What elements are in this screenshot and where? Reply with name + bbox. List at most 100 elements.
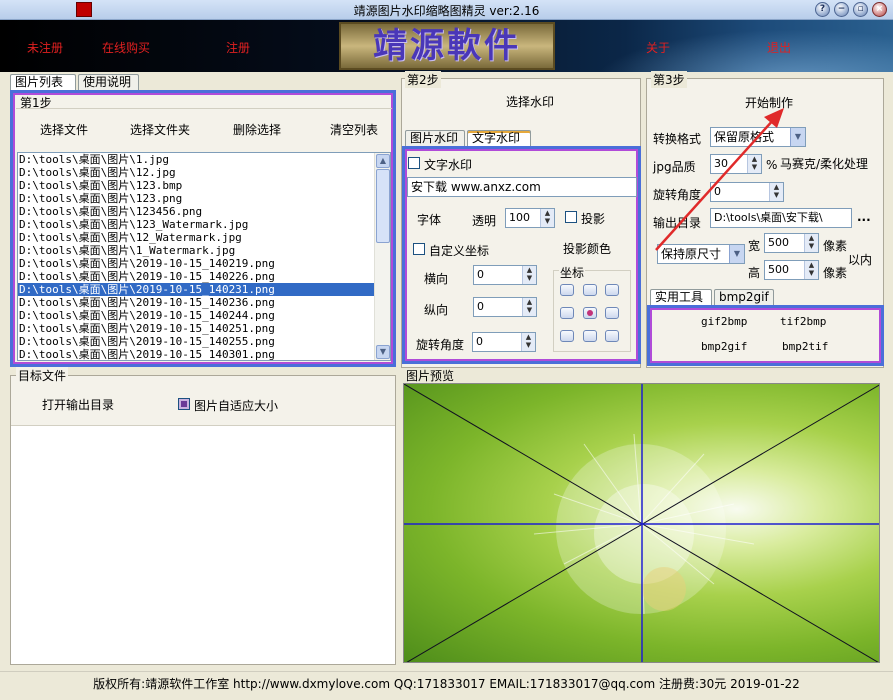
- coord-top-left[interactable]: [560, 284, 574, 296]
- tab-instructions[interactable]: 使用说明: [78, 74, 139, 91]
- rotate-label: 旋转角度: [416, 338, 465, 352]
- exit-link[interactable]: 退出: [767, 39, 791, 56]
- gif2bmp-button[interactable]: gif2bmp: [701, 315, 747, 328]
- coord-bottom-center[interactable]: [583, 330, 597, 342]
- scroll-thumb[interactable]: [376, 169, 390, 243]
- banner-wave: [560, 20, 893, 72]
- stepper-arrows-icon[interactable]: ▲ ▼: [747, 155, 761, 173]
- list-item[interactable]: D:\tools\桌面\图片\123_Watermark.jpg: [18, 218, 375, 231]
- list-item[interactable]: D:\tools\桌面\图片\123.bmp: [18, 179, 375, 192]
- scroll-down-icon[interactable]: ▼: [376, 345, 390, 359]
- image-preview[interactable]: [403, 383, 880, 663]
- width-unit: 像素: [823, 239, 848, 253]
- bmp2tif-button[interactable]: bmp2tif: [782, 340, 828, 353]
- rotate-angle-value: 0: [714, 185, 721, 198]
- coord-middle-left[interactable]: [560, 307, 574, 319]
- stepper-arrows-icon[interactable]: ▲ ▼: [804, 261, 818, 279]
- jpg-quality-stepper[interactable]: 30 ▲ ▼: [710, 154, 762, 174]
- y-stepper[interactable]: 0 ▲ ▼: [473, 297, 537, 317]
- coord-bottom-right[interactable]: [605, 330, 619, 342]
- shadow-label: 投影: [581, 212, 606, 226]
- file-list-scrollbar[interactable]: ▲ ▼: [374, 153, 390, 360]
- y-value: 0: [477, 300, 484, 313]
- stepper-arrows-icon[interactable]: ▲ ▼: [521, 333, 535, 351]
- format-select[interactable]: 保留原格式 ▼: [710, 127, 806, 147]
- open-output-dir-button[interactable]: 打开输出目录: [42, 396, 114, 413]
- auto-fit-checkbox[interactable]: [178, 398, 190, 410]
- font-button[interactable]: 字体: [417, 211, 441, 228]
- restore-icon[interactable]: ▫: [853, 2, 868, 17]
- coord-label: 坐标: [559, 264, 586, 281]
- auto-fit-label: 图片自适应大小: [194, 399, 279, 413]
- list-item[interactable]: D:\tools\桌面\图片\2019-10-15_140251.png: [18, 322, 375, 335]
- close-icon[interactable]: ×: [872, 2, 887, 17]
- coord-center[interactable]: [583, 307, 597, 319]
- height-stepper[interactable]: 500 ▲ ▼: [764, 260, 819, 280]
- size-mode-select[interactable]: 保持原尺寸 ▼: [657, 244, 745, 264]
- chevron-down-icon[interactable]: ▼: [790, 128, 805, 146]
- custom-coord-checkbox[interactable]: [413, 243, 425, 255]
- select-files-button[interactable]: 选择文件: [40, 121, 88, 138]
- coord-bottom-left[interactable]: [560, 330, 574, 342]
- tab-image-list[interactable]: 图片列表: [10, 74, 76, 91]
- help-icon[interactable]: ?: [815, 2, 830, 17]
- select-watermark-button[interactable]: 选择水印: [506, 93, 554, 110]
- dandelion-preview-image: [404, 384, 879, 662]
- coord-middle-right[interactable]: [605, 307, 619, 319]
- unregistered-link[interactable]: 未注册: [27, 39, 63, 56]
- output-dir-input[interactable]: D:\tools\桌面\安下载\: [710, 208, 852, 228]
- text-watermark-checkbox[interactable]: [408, 157, 420, 169]
- list-item[interactable]: D:\tools\桌面\图片\2019-10-15_140226.png: [18, 270, 375, 283]
- rotate-angle-label: 旋转角度: [653, 188, 702, 202]
- rotate-stepper[interactable]: 0 ▲ ▼: [472, 332, 536, 352]
- coord-top-center[interactable]: [583, 284, 597, 296]
- list-item[interactable]: D:\tools\桌面\图片\123456.png: [18, 205, 375, 218]
- stepper-arrows-icon[interactable]: ▲ ▼: [540, 209, 554, 227]
- tab-text-watermark[interactable]: 文字水印: [467, 130, 531, 147]
- list-item[interactable]: D:\tools\桌面\图片\2019-10-15_140236.png: [18, 296, 375, 309]
- mosaic-button[interactable]: 马赛克/柔化处理: [780, 155, 868, 172]
- list-item[interactable]: D:\tools\桌面\图片\1_Watermark.jpg: [18, 244, 375, 257]
- stepper-arrows-icon[interactable]: ▲ ▼: [769, 183, 783, 201]
- coord-top-right[interactable]: [605, 284, 619, 296]
- clear-list-button[interactable]: 清空列表: [330, 121, 378, 138]
- x-value: 0: [477, 268, 484, 281]
- stepper-arrows-icon[interactable]: ▲ ▼: [522, 266, 536, 284]
- opacity-stepper[interactable]: 100 ▲ ▼: [505, 208, 555, 228]
- select-folder-button[interactable]: 选择文件夹: [130, 121, 190, 138]
- file-list[interactable]: D:\tools\桌面\图片\1.jpg D:\tools\桌面\图片\12.jp…: [17, 152, 391, 361]
- width-value: 500: [768, 236, 789, 249]
- stepper-arrows-icon[interactable]: ▲ ▼: [522, 298, 536, 316]
- list-item[interactable]: D:\tools\桌面\图片\123.png: [18, 192, 375, 205]
- buy-online-link[interactable]: 在线购买: [102, 39, 150, 56]
- scroll-up-icon[interactable]: ▲: [376, 154, 390, 168]
- list-item[interactable]: D:\tools\桌面\图片\2019-10-15_140219.png: [18, 257, 375, 270]
- tif2bmp-button[interactable]: tif2bmp: [780, 315, 826, 328]
- watermark-text-input[interactable]: 安下载 www.anxz.com: [407, 177, 637, 197]
- width-stepper[interactable]: 500 ▲ ▼: [764, 233, 819, 253]
- list-item[interactable]: D:\tools\桌面\图片\2019-10-15_140255.png: [18, 335, 375, 348]
- shadow-color-button[interactable]: 投影颜色: [563, 240, 611, 257]
- about-link[interactable]: 关于: [646, 39, 670, 56]
- tab-image-watermark[interactable]: 图片水印: [405, 130, 465, 147]
- tab-utilities[interactable]: 实用工具: [650, 289, 712, 306]
- list-item[interactable]: D:\tools\桌面\图片\12.jpg: [18, 166, 375, 179]
- list-item[interactable]: D:\tools\桌面\图片\2019-10-15_140244.png: [18, 309, 375, 322]
- list-item[interactable]: D:\tools\桌面\图片\1.jpg: [18, 153, 375, 166]
- tab-bmp2gif[interactable]: bmp2gif: [714, 289, 774, 306]
- bmp2gif-button[interactable]: bmp2gif: [701, 340, 747, 353]
- list-item[interactable]: D:\tools\桌面\图片\12_Watermark.jpg: [18, 231, 375, 244]
- stepper-arrows-icon[interactable]: ▲ ▼: [804, 234, 818, 252]
- delete-selection-button[interactable]: 删除选择: [233, 121, 281, 138]
- register-link[interactable]: 注册: [226, 39, 250, 56]
- status-bar: 版权所有:靖源软件工作室 http://www.dxmylove.com QQ:…: [0, 671, 893, 693]
- browse-button[interactable]: ...: [857, 210, 871, 224]
- chevron-down-icon[interactable]: ▼: [729, 245, 744, 263]
- start-button[interactable]: 开始制作: [745, 94, 793, 111]
- rotate-angle-stepper[interactable]: 0 ▲ ▼: [710, 182, 784, 202]
- minimize-icon[interactable]: −: [834, 2, 849, 17]
- list-item[interactable]: D:\tools\桌面\图片\2019-10-15_140301.png: [18, 348, 375, 360]
- shadow-checkbox[interactable]: [565, 211, 577, 223]
- list-item[interactable]: D:\tools\桌面\图片\2019-10-15_140231.png: [18, 283, 375, 296]
- x-stepper[interactable]: 0 ▲ ▼: [473, 265, 537, 285]
